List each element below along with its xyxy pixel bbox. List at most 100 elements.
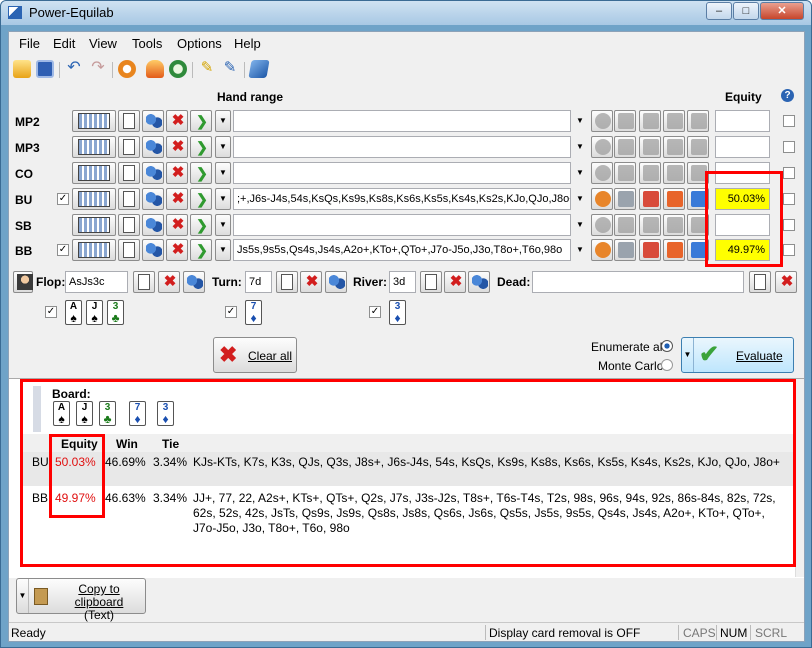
range-history-dropdown-co[interactable]: ▼ [573,162,587,184]
random-hand-button-bu[interactable] [142,188,164,210]
fire-icon-sb[interactable] [663,214,685,236]
lock-checkbox-bb[interactable] [783,244,795,256]
card-picker-button-mp3[interactable] [118,136,140,158]
range-history-dropdown-bb[interactable]: ▼ [573,239,587,261]
range-grid-button-co[interactable] [72,162,116,184]
flop-clear-button[interactable]: ✖ [158,271,180,293]
menu-edit[interactable]: Edit [53,36,75,51]
open-icon[interactable] [13,60,31,78]
lock-checkbox-bu[interactable] [783,193,795,205]
river-card-picker-button[interactable] [420,271,442,293]
fire-icon-mp2[interactable] [663,110,685,132]
fire-icon[interactable] [146,60,164,78]
pencil-icon[interactable]: ✎ [198,60,216,78]
river-clear-button[interactable]: ✖ [444,271,466,293]
pie-chart-icon-bu[interactable] [591,188,613,210]
dead-clear-button[interactable]: ✖ [775,271,797,293]
next-button-sb[interactable]: ❯ [190,214,212,236]
range-input-bu[interactable]: ;+,J6s-J4s,54s,KsQs,Ks9s,Ks8s,Ks6s,Ks5s,… [233,188,571,210]
enumerate-all-radio[interactable] [661,340,673,352]
range-dropdown-mp3[interactable]: ▼ [215,136,231,158]
flop-checkbox[interactable]: ✓ [45,306,57,318]
player-checkbox-bu[interactable]: ✓ [57,193,69,205]
settings-icon[interactable] [118,60,136,78]
graph-icon-mp3[interactable] [639,136,661,158]
random-hand-button-co[interactable] [142,162,164,184]
range-input-co[interactable] [233,162,571,184]
lock-checkbox-sb[interactable] [783,219,795,231]
flop-random-button[interactable] [183,271,205,293]
range-input-mp2[interactable] [233,110,571,132]
river-input[interactable]: 3d [389,271,416,293]
dead-input[interactable] [532,271,744,293]
random-hand-button-mp3[interactable] [142,136,164,158]
evaluate-dropdown-icon[interactable]: ▼ [682,338,694,372]
copy-to-clipboard-button[interactable]: ▼ Copy to clipboard (Text) [16,578,146,622]
bar-chart-icon-mp3[interactable] [687,136,709,158]
lock-checkbox-mp2[interactable] [783,115,795,127]
monte-carlo-radio[interactable] [661,359,673,371]
minimize-button[interactable]: – [706,2,732,20]
river-checkbox[interactable]: ✓ [369,306,381,318]
graph-icon-mp2[interactable] [639,110,661,132]
river-random-button[interactable] [468,271,490,293]
graph-icon-co[interactable] [639,162,661,184]
range-history-dropdown-sb[interactable]: ▼ [573,214,587,236]
clear-all-button[interactable]: ✖ Clear all [213,337,297,373]
range-input-mp3[interactable] [233,136,571,158]
range-input-bb[interactable]: Js5s,9s5s,Qs4s,Js4s,A2o+,KTo+,QTo+,J7o-J… [233,239,571,261]
range-dropdown-bu[interactable]: ▼ [215,188,231,210]
pie-chart-icon-mp3[interactable] [591,136,613,158]
random-hand-button-sb[interactable] [142,214,164,236]
copy-dropdown-icon[interactable]: ▼ [17,579,29,613]
menu-help[interactable]: Help [234,36,261,51]
range-grid-button-sb[interactable] [72,214,116,236]
clear-range-button-co[interactable]: ✖ [166,162,188,184]
card-picker-button-co[interactable] [118,162,140,184]
range-dropdown-co[interactable]: ▼ [215,162,231,184]
next-button-bb[interactable]: ❯ [190,239,212,261]
flop-input[interactable]: AsJs3c [65,271,128,293]
save-icon[interactable] [36,60,54,78]
player-icon-button[interactable] [13,271,33,293]
pie-chart-icon-bb[interactable] [591,239,613,261]
fire-icon-co[interactable] [663,162,685,184]
range-grid-button-bb[interactable] [72,239,116,261]
graph-icon-sb[interactable] [639,214,661,236]
stats-icon-sb[interactable] [614,214,636,236]
random-hand-button-bb[interactable] [142,239,164,261]
stats-icon-bu[interactable] [614,188,636,210]
menu-view[interactable]: View [89,36,117,51]
range-grid-button-mp3[interactable] [72,136,116,158]
stats-icon-mp3[interactable] [614,136,636,158]
close-button[interactable]: ✕ [760,2,804,20]
range-dropdown-mp2[interactable]: ▼ [215,110,231,132]
stats-icon-co[interactable] [614,162,636,184]
range-dropdown-sb[interactable]: ▼ [215,214,231,236]
edit-icon[interactable]: ✎ [221,60,239,78]
menu-options[interactable]: Options [177,36,222,51]
results-scrollbar[interactable] [795,379,804,577]
evaluate-button[interactable]: ▼ ✔ Evaluate [681,337,794,373]
random-hand-button-mp2[interactable] [142,110,164,132]
lock-checkbox-co[interactable] [783,167,795,179]
turn-input[interactable]: 7d [245,271,272,293]
pie-chart-icon-sb[interactable] [591,214,613,236]
pie-chart-icon-mp2[interactable] [591,110,613,132]
range-history-dropdown-mp2[interactable]: ▼ [573,110,587,132]
turn-checkbox[interactable]: ✓ [225,306,237,318]
undo-icon[interactable]: ↶ [65,60,83,78]
stats-icon-mp2[interactable] [614,110,636,132]
dead-card-picker-button[interactable] [749,271,771,293]
clear-range-button-mp2[interactable]: ✖ [166,110,188,132]
graph-icon-bu[interactable] [639,188,661,210]
lock-checkbox-mp3[interactable] [783,141,795,153]
range-history-dropdown-mp3[interactable]: ▼ [573,136,587,158]
next-button-co[interactable]: ❯ [190,162,212,184]
range-history-dropdown-bu[interactable]: ▼ [573,188,587,210]
clear-range-button-bu[interactable]: ✖ [166,188,188,210]
turn-random-button[interactable] [325,271,347,293]
card-picker-button-bb[interactable] [118,239,140,261]
menu-tools[interactable]: Tools [132,36,162,51]
bar-chart-icon-mp2[interactable] [687,110,709,132]
